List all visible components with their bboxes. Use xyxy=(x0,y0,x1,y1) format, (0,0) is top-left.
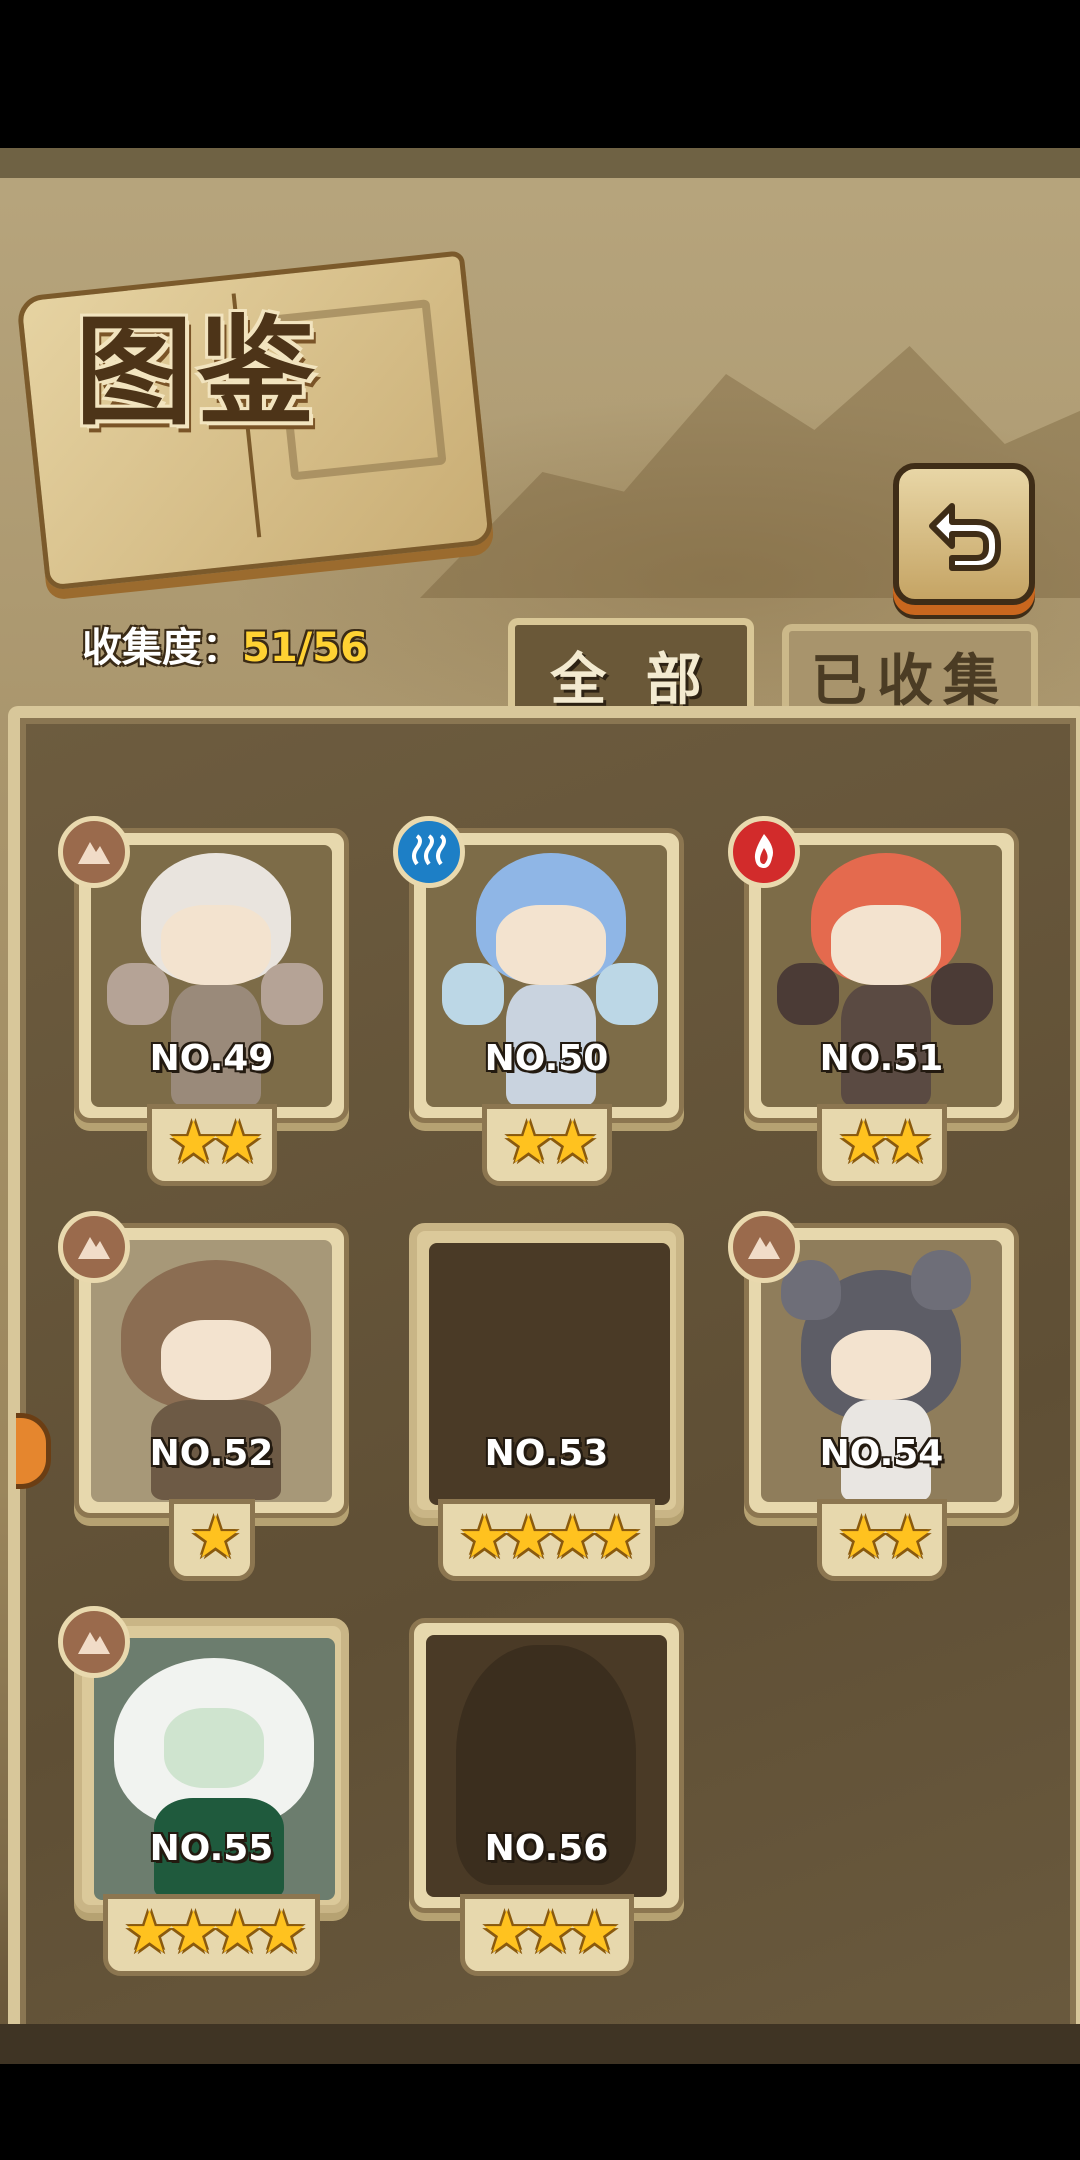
card-number: NO.53 xyxy=(484,1433,609,1474)
codex-card-54[interactable]: NO.54 ★★ xyxy=(728,1211,1019,1581)
star-rating: ★★ xyxy=(146,1104,277,1186)
collection-label: 收集度： xyxy=(82,625,242,671)
status-bar xyxy=(0,0,1080,148)
codex-card-50[interactable]: NO.50 ★★ xyxy=(393,816,684,1186)
page-title: 图鉴 xyxy=(75,302,320,441)
return-arrow-icon xyxy=(929,503,1001,571)
card-number: NO.56 xyxy=(484,1828,609,1869)
codex-card-52[interactable]: NO.52 ★ xyxy=(58,1211,349,1581)
torn-paper-bottom-edge xyxy=(0,1984,1080,2064)
collection-count: 51/56 xyxy=(242,625,368,671)
card-number: NO.52 xyxy=(149,1433,274,1474)
card-number: NO.49 xyxy=(149,1038,274,1079)
codex-card-51[interactable]: NO.51 ★★ xyxy=(728,816,1019,1186)
card-number: NO.55 xyxy=(149,1828,274,1869)
codex-screen: 图鉴 收集度：51/56 全 部 已收集 NO.49 ★★ NO.50 ★★ N… xyxy=(0,148,1080,2064)
codex-card-55[interactable]: NO.55 ★★★★ xyxy=(58,1606,349,1976)
earth-element-icon xyxy=(58,1211,130,1283)
star-rating: ★★★ xyxy=(459,1894,634,1976)
star-rating: ★★★★ xyxy=(437,1499,656,1581)
earth-element-icon xyxy=(728,1211,800,1283)
side-scroll-arrow-icon[interactable] xyxy=(16,1413,51,1489)
collection-progress: 收集度：51/56 xyxy=(82,615,368,673)
card-number: NO.51 xyxy=(819,1038,944,1079)
codex-card-53[interactable]: NO.53 ★★★★ xyxy=(409,1223,684,1581)
navigation-bar xyxy=(0,2064,1080,2160)
star-rating: ★★ xyxy=(816,1499,947,1581)
codex-panel: NO.49 ★★ NO.50 ★★ NO.51 ★★ NO.52 ★ NO.53… xyxy=(8,706,1080,2064)
card-number: NO.54 xyxy=(819,1433,944,1474)
codex-card-56[interactable]: NO.56 ★★★ xyxy=(409,1618,684,1976)
fire-element-icon xyxy=(728,816,800,888)
water-element-icon xyxy=(393,816,465,888)
back-button[interactable] xyxy=(893,463,1035,605)
card-number: NO.50 xyxy=(484,1038,609,1079)
star-rating: ★ xyxy=(168,1499,255,1581)
star-rating: ★★★★ xyxy=(102,1894,321,1976)
star-rating: ★★ xyxy=(816,1104,947,1186)
star-rating: ★★ xyxy=(481,1104,612,1186)
earth-element-icon xyxy=(58,816,130,888)
earth-element-icon xyxy=(58,1606,130,1678)
codex-card-49[interactable]: NO.49 ★★ xyxy=(58,816,349,1186)
torn-paper-top-edge xyxy=(0,148,1080,212)
